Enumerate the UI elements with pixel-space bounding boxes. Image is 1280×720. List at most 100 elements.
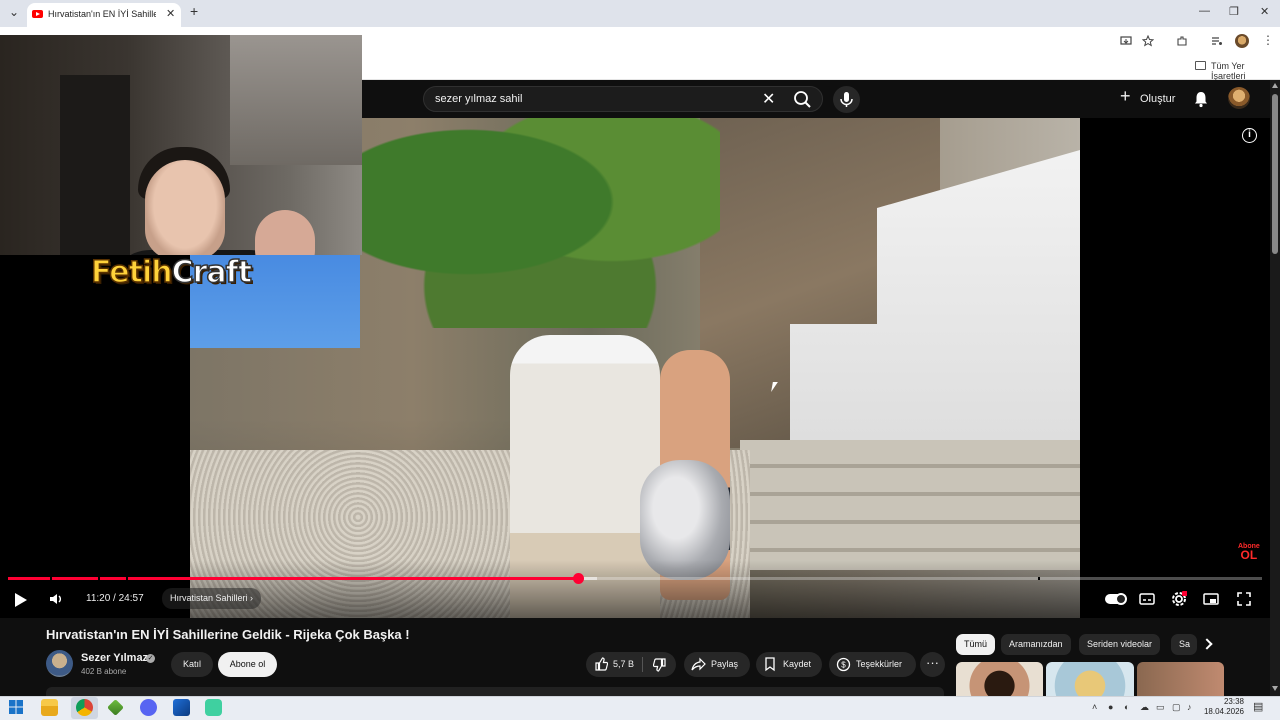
- video-title: Hırvatistan'ın EN İYİ Sahillerine Geldik…: [46, 627, 410, 642]
- notification-center-icon[interactable]: ▤: [1253, 700, 1263, 713]
- search-query: sezer yılmaz sahil: [435, 93, 523, 105]
- webcam-person-face: [145, 160, 225, 255]
- chip-from-search[interactable]: Aramanızdan: [1001, 634, 1071, 655]
- voice-search-button[interactable]: [833, 86, 860, 113]
- app-icon[interactable]: [173, 699, 190, 716]
- like-count[interactable]: 5,7 B: [613, 652, 634, 677]
- recommended-thumbnail[interactable]: [1046, 662, 1134, 696]
- video-stairs: [740, 440, 1080, 570]
- channel-avatar[interactable]: [46, 650, 73, 677]
- like-dislike-group: 5,7 B: [586, 652, 676, 677]
- recommended-thumbnail[interactable]: [1137, 662, 1224, 696]
- bookmark-icon: [765, 657, 775, 672]
- tray-expand-icon[interactable]: ˄: [1092, 702, 1097, 712]
- youtube-favicon-icon: [32, 10, 43, 18]
- clock-date: 18.04.2026: [1203, 707, 1244, 716]
- logo-text-craft: Craft: [171, 254, 253, 291]
- video-trees: [360, 118, 720, 328]
- file-explorer-icon[interactable]: [41, 699, 58, 716]
- scroll-down-arrow-icon[interactable]: [1272, 686, 1278, 691]
- speaker-tray-icon[interactable]: ♪: [1187, 702, 1192, 712]
- chapter-marker: [126, 577, 128, 580]
- streamer-webcam-overlay: [0, 35, 362, 255]
- discord-icon[interactable]: [140, 699, 157, 716]
- settings-gear-icon[interactable]: [1171, 591, 1187, 607]
- save-button[interactable]: Kaydet: [756, 652, 822, 677]
- description-box[interactable]: [46, 687, 944, 696]
- active-tab[interactable]: Hırvatistan'ın EN İYİ Sahillerine Geldik…: [27, 3, 181, 27]
- autoplay-toggle[interactable]: [1105, 593, 1127, 605]
- tab-close-button[interactable]: ✕: [166, 7, 175, 20]
- like-divider: [642, 657, 643, 672]
- save-label: Kaydet: [783, 659, 812, 669]
- install-app-icon[interactable]: [1120, 35, 1132, 47]
- chrome-icon[interactable]: [76, 699, 93, 716]
- thumbs-up-icon[interactable]: [594, 657, 608, 671]
- scroll-up-arrow-icon[interactable]: [1272, 83, 1278, 88]
- chip-all[interactable]: Tümü: [956, 634, 996, 655]
- media-controls-icon[interactable]: [1211, 35, 1223, 47]
- search-icon[interactable]: [786, 87, 822, 111]
- clear-search-icon[interactable]: ✕: [762, 89, 775, 109]
- svg-text:$: $: [841, 661, 846, 670]
- monitor-tray-icon[interactable]: ▢: [1172, 702, 1181, 713]
- share-button[interactable]: Paylaş: [684, 652, 750, 677]
- fetihcraft-logo: FetihCraft: [90, 254, 253, 291]
- network-tray-icon[interactable]: ◐: [1124, 702, 1129, 712]
- notifications-bell-icon[interactable]: [1192, 90, 1210, 108]
- window-minimize-button[interactable]: —: [1199, 5, 1210, 17]
- channel-name[interactable]: Sezer Yılmaz: [81, 652, 148, 664]
- display-tray-icon[interactable]: ▭: [1156, 702, 1165, 713]
- taskbar-clock[interactable]: 23:38 18.04.2026: [1200, 697, 1244, 717]
- webcam-person-hand: [255, 210, 315, 255]
- fullscreen-icon[interactable]: [1236, 591, 1252, 607]
- microphone-icon: [840, 92, 853, 107]
- subtitles-icon[interactable]: [1139, 591, 1155, 607]
- window-close-button[interactable]: ✕: [1260, 5, 1269, 18]
- chapter-marker: [50, 577, 52, 580]
- thanks-button[interactable]: $ Teşekkürler: [829, 652, 916, 677]
- scrollbar-thumb[interactable]: [1272, 94, 1278, 254]
- tab-title: Hırvatistan'ın EN İYİ Sahillerine Geldik…: [48, 9, 156, 19]
- account-avatar[interactable]: [1228, 87, 1250, 109]
- progress-scrubber[interactable]: [572, 573, 584, 584]
- progress-played: [8, 577, 578, 580]
- info-icon[interactable]: i: [1242, 128, 1257, 143]
- play-icon[interactable]: [15, 593, 27, 607]
- join-button[interactable]: Katıl: [171, 652, 213, 677]
- browser-menu-icon[interactable]: ⋮: [1262, 33, 1274, 47]
- extensions-puzzle-icon[interactable]: [1176, 35, 1188, 47]
- cloud-tray-icon[interactable]: ☁: [1140, 702, 1149, 713]
- thumbs-down-icon[interactable]: [653, 658, 667, 672]
- windows-start-icon[interactable]: [9, 700, 23, 714]
- chapter-button[interactable]: Hırvatistan Sahilleri ›: [162, 588, 262, 609]
- logo-text-fetih: Fetih: [90, 254, 173, 291]
- bookmark-star-icon[interactable]: [1142, 35, 1154, 47]
- window-restore-button[interactable]: ❐: [1229, 5, 1239, 18]
- verified-badge-icon: ✓: [146, 654, 155, 663]
- recommended-thumbnail[interactable]: [956, 662, 1043, 696]
- microphone-tray-icon[interactable]: ●: [1108, 702, 1113, 712]
- abone-ol-watermark[interactable]: Abone OL: [1238, 542, 1260, 562]
- chip-from-series[interactable]: Seriden videolar: [1079, 634, 1161, 655]
- webcam-shelf: [60, 75, 130, 255]
- share-label: Paylaş: [711, 659, 739, 669]
- plus-icon: +: [1120, 86, 1131, 106]
- more-actions-button[interactable]: ···: [920, 652, 945, 677]
- progress-bar[interactable]: [8, 573, 1262, 584]
- profile-avatar[interactable]: [1235, 34, 1249, 48]
- app-icon[interactable]: [205, 699, 222, 716]
- miniplayer-icon[interactable]: [1203, 591, 1219, 607]
- page-scrollbar[interactable]: [1270, 80, 1280, 696]
- new-tab-button[interactable]: +: [190, 3, 198, 19]
- chip-truncated[interactable]: Sa: [1171, 634, 1197, 655]
- all-bookmarks-link[interactable]: Tüm Yer İşaretleri: [1211, 61, 1280, 81]
- volume-icon[interactable]: [48, 591, 64, 607]
- abone-badge-bottom: OL: [1240, 548, 1258, 562]
- tab-list-button[interactable]: ⌄: [9, 5, 19, 19]
- chapter-marker: [1038, 577, 1040, 580]
- subscribe-button[interactable]: Abone ol: [218, 652, 277, 677]
- webcam-curtain: [230, 35, 362, 165]
- subscriber-count: 402 B abone: [81, 667, 127, 676]
- clock-time: 23:38: [1223, 697, 1244, 706]
